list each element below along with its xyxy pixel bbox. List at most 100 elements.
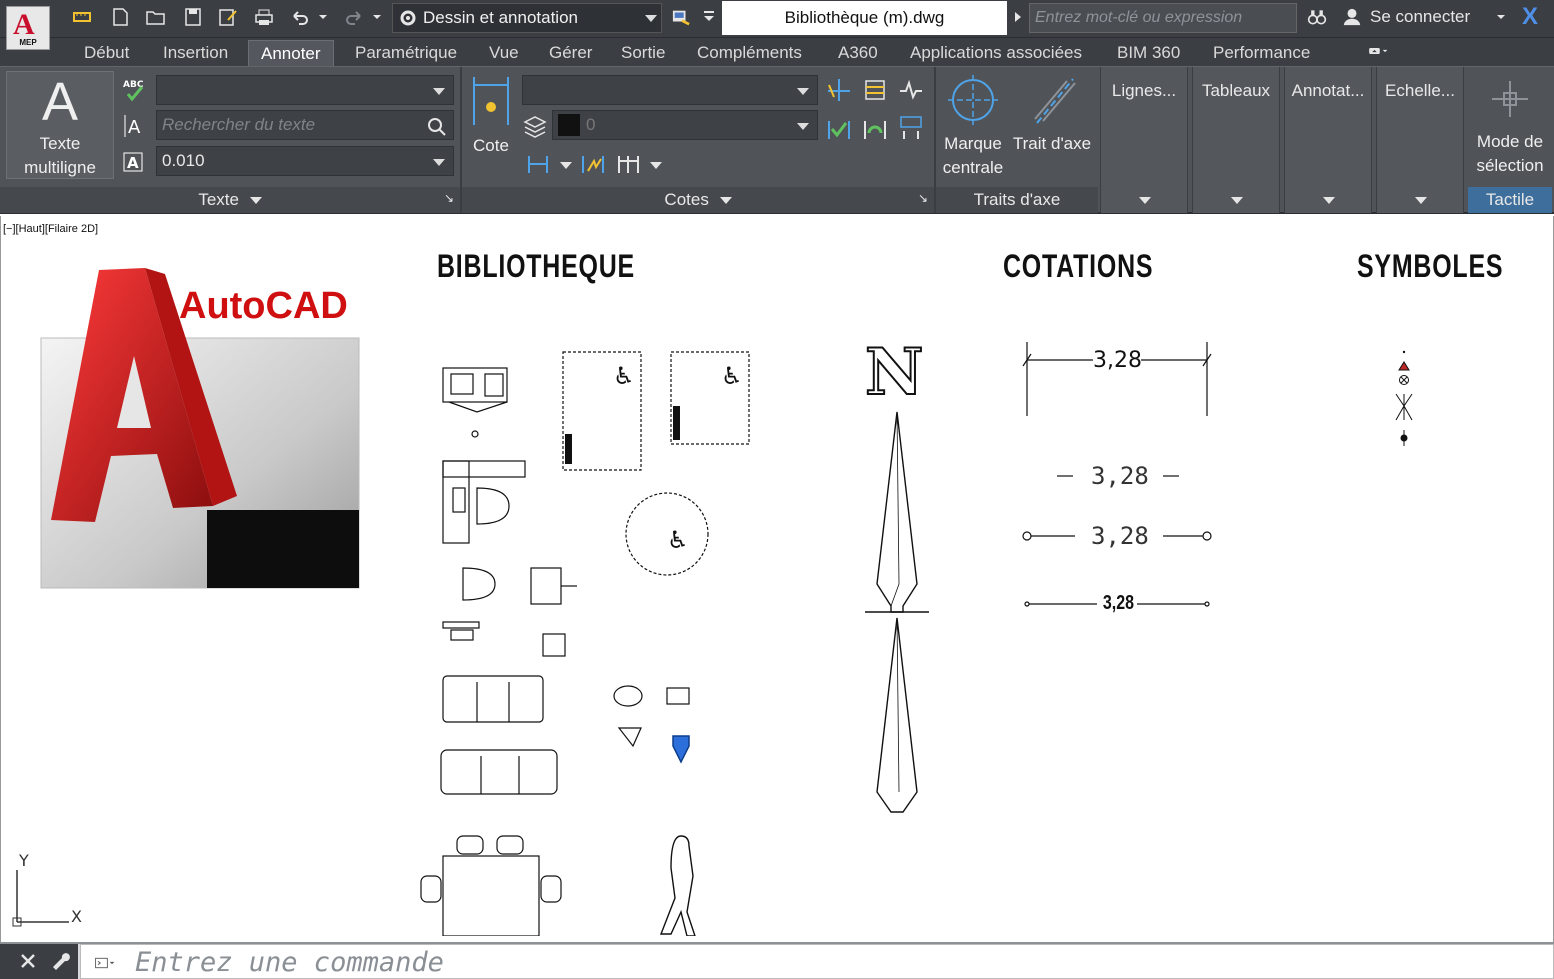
ucs-icon: Y X xyxy=(12,851,82,927)
close-icon[interactable] xyxy=(16,950,40,972)
chevron-down-icon xyxy=(1323,197,1335,204)
caret-right-icon[interactable] xyxy=(1008,6,1026,28)
tab-parametrique[interactable]: Paramétrique xyxy=(343,40,469,66)
center-mark-label-1: Marque xyxy=(944,134,1002,153)
centerline-button[interactable]: Trait d'axe xyxy=(1010,75,1094,161)
exchange-x-icon[interactable]: X xyxy=(1522,4,1548,30)
tab-a360[interactable]: A360 xyxy=(826,40,890,66)
dim-layer-select[interactable]: 0 xyxy=(552,110,818,140)
tab-performance[interactable]: Performance xyxy=(1201,40,1322,66)
centerline-label: Trait d'axe xyxy=(1012,134,1092,153)
viewport-controls[interactable]: [−][Haut][Filaire 2D] xyxy=(3,223,98,235)
binoculars-icon[interactable] xyxy=(1302,6,1332,28)
multiline-text-label-2: multiligne xyxy=(24,158,96,177)
command-input[interactable]: Entrez une commande xyxy=(80,944,1554,979)
panel-echelle[interactable]: Echelle... xyxy=(1376,67,1464,213)
dimension-value-4: 3,28 xyxy=(1102,592,1135,614)
tab-debut[interactable]: Début xyxy=(72,40,141,66)
command-line: Entrez une commande xyxy=(0,942,1554,979)
panel-tableaux[interactable]: Tableaux xyxy=(1192,67,1280,213)
panel-cotes-label: Cotes xyxy=(664,190,709,209)
tab-insertion[interactable]: Insertion xyxy=(151,40,240,66)
drawing-canvas[interactable]: [−][Haut][Filaire 2D] BIBLIOTHEQUE COTAT… xyxy=(0,216,1554,942)
redo-icon[interactable] xyxy=(342,6,366,28)
wrench-icon[interactable] xyxy=(48,950,72,972)
undo-dropdown-icon[interactable] xyxy=(316,6,330,28)
symbol-samples[interactable] xyxy=(1391,346,1417,450)
text-style-select[interactable] xyxy=(156,75,454,105)
tab-applications-associees[interactable]: Applications associées xyxy=(898,40,1094,66)
sign-in-link[interactable]: Se connecter xyxy=(1370,7,1470,27)
tab-annoter[interactable]: Annoter xyxy=(248,40,334,66)
tab-vue[interactable]: Vue xyxy=(477,40,531,66)
print-icon[interactable] xyxy=(252,6,276,28)
dim-style-select[interactable] xyxy=(522,75,818,105)
panel-annotation[interactable]: Annotat... xyxy=(1284,67,1372,213)
panel-tactile-title: Tactile xyxy=(1468,187,1552,213)
dimension-label: Cote xyxy=(473,136,509,155)
sign-in-dropdown-icon[interactable] xyxy=(1494,6,1508,28)
center-mark-button[interactable]: Marque centrale xyxy=(938,75,1008,185)
panel-cotes-title[interactable]: Cotes ↘ xyxy=(462,187,934,213)
dimension-button[interactable]: Cote xyxy=(464,75,518,155)
quick-dim-icon[interactable] xyxy=(580,151,606,177)
center-mark-icon xyxy=(948,75,998,125)
panel-texte-label: Texte xyxy=(198,190,239,209)
save-icon[interactable] xyxy=(181,6,205,28)
library-blocks[interactable]: ♿ ♿ ♿ xyxy=(411,336,771,936)
chevron-down-icon[interactable] xyxy=(650,162,662,169)
workspace-select[interactable]: Dessin et annotation xyxy=(392,3,662,33)
dim-inspect-icon[interactable] xyxy=(826,115,852,141)
tab-bim360[interactable]: BIM 360 xyxy=(1105,40,1192,66)
panel-lignes[interactable]: Lignes... xyxy=(1100,67,1188,213)
text-a-icon: A xyxy=(41,72,79,132)
dim-break-icon[interactable] xyxy=(826,77,852,103)
command-history-icon[interactable] xyxy=(86,952,124,974)
north-arrow-symbol[interactable]: N xyxy=(859,336,937,816)
open-folder-icon[interactable] xyxy=(144,6,168,28)
tab-sortie[interactable]: Sortie xyxy=(609,40,677,66)
command-line-toolbar xyxy=(0,944,78,979)
save-as-icon[interactable] xyxy=(216,6,240,28)
share-icon[interactable] xyxy=(666,6,696,28)
customize-quickaccess-icon[interactable] xyxy=(700,6,718,28)
selection-mode-label-1: Mode de xyxy=(1476,132,1544,151)
tab-gerer[interactable]: Gérer xyxy=(537,40,604,66)
help-search-input[interactable]: Entrez mot-clé ou expression xyxy=(1029,3,1297,33)
dim-adjust-space-icon[interactable] xyxy=(862,77,888,103)
find-text-input[interactable]: Rechercher du texte xyxy=(156,110,454,140)
dimension-value-3: 3,28 xyxy=(1091,522,1149,550)
panel-lignes-label: Lignes... xyxy=(1111,81,1177,100)
tab-complements[interactable]: Compléments xyxy=(685,40,814,66)
svg-text:♿: ♿ xyxy=(667,526,689,554)
spell-check-icon[interactable]: ABC xyxy=(122,77,148,103)
text-height-icon[interactable]: A xyxy=(122,113,148,139)
dimension-value-1: 3,28 xyxy=(1093,348,1142,373)
dim-reassociate-icon[interactable] xyxy=(862,115,888,141)
dim-update-icon[interactable] xyxy=(898,115,924,141)
qnew-icon[interactable] xyxy=(70,6,94,28)
text-style-icon[interactable]: A xyxy=(122,149,148,175)
multiline-text-button[interactable]: A Texte multiligne xyxy=(6,71,114,179)
dialog-launcher-icon[interactable]: ↘ xyxy=(918,185,928,211)
application-menu-button[interactable]: A MEP xyxy=(6,6,50,50)
text-height-value: 0.010 xyxy=(162,151,205,170)
undo-icon[interactable] xyxy=(288,6,312,28)
new-file-icon[interactable] xyxy=(108,6,132,28)
dim-layer-icon[interactable] xyxy=(522,113,548,139)
redo-dropdown-icon[interactable] xyxy=(370,6,384,28)
ucs-x-label: X xyxy=(71,907,82,926)
continue-dim-icon[interactable] xyxy=(526,151,552,177)
crosshair-icon xyxy=(1492,81,1528,117)
dialog-launcher-icon[interactable]: ↘ xyxy=(444,185,454,211)
user-icon[interactable] xyxy=(1340,6,1364,28)
selection-mode-button[interactable]: Mode de sélection xyxy=(1468,75,1552,183)
text-height-select[interactable]: 0.010 xyxy=(156,146,454,176)
find-text-placeholder: Rechercher du texte xyxy=(162,115,316,134)
panel-texte-title[interactable]: Texte ↘ xyxy=(0,187,460,213)
baseline-dim-icon[interactable] xyxy=(616,151,642,177)
chevron-down-icon[interactable] xyxy=(560,162,572,169)
app-logo-sub: MEP xyxy=(19,38,37,47)
ribbon-minimize-icon[interactable] xyxy=(1358,40,1398,62)
dim-jogline-icon[interactable] xyxy=(898,77,924,103)
